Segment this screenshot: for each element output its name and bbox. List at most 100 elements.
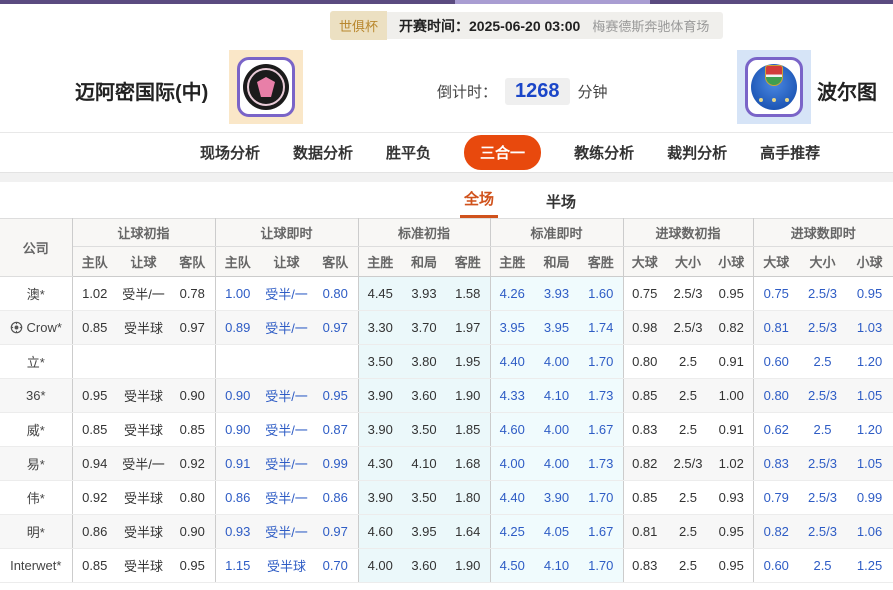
odds-cell: 2.5 [666,481,710,515]
divider-strip [0,172,893,182]
odds-cell: 1.90 [446,549,490,583]
odds-cell: 受半/一 [117,447,170,481]
odds-cell: 1.15 [215,549,260,583]
odds-cell: 0.89 [215,311,260,345]
nav-tab-referee-analysis[interactable]: 裁判分析 [667,142,727,163]
nav-tab-expert-picks[interactable]: 高手推荐 [760,142,820,163]
odds-cell: 0.80 [623,345,666,379]
odds-cell: 0.85 [72,549,117,583]
column-sub-header: 小球 [846,247,893,277]
column-sub-header: 让球 [260,247,313,277]
odds-cell: 4.10 [534,549,579,583]
odds-cell: 0.83 [753,447,799,481]
odds-cell: 4.10 [402,447,446,481]
odds-cell: 0.90 [170,379,215,413]
odds-cell: 0.83 [623,549,666,583]
odds-cell: 0.95 [72,379,117,413]
column-sub-header: 客队 [170,247,215,277]
odds-cell: 1.58 [446,277,490,311]
odds-cell: 1.67 [579,515,623,549]
odds-cell: 1.73 [579,379,623,413]
odds-cell: 1.02 [72,277,117,311]
odds-cell: 受半/一 [260,413,313,447]
league-badge: 世俱杯 [330,11,387,40]
countdown-label: 倒计时： [437,81,497,102]
odds-cell: 0.86 [313,481,358,515]
nav-tab-win-draw-lose[interactable]: 胜平负 [386,142,431,163]
odds-cell: 1.97 [446,311,490,345]
odds-cell: 1.90 [446,379,490,413]
tab-half-match[interactable]: 半场 [542,191,580,218]
column-sub-header: 主胜 [358,247,402,277]
odds-cell: 4.26 [490,277,534,311]
column-sub-header: 让球 [117,247,170,277]
odds-cell: 0.85 [72,413,117,447]
odds-cell: 0.95 [710,277,753,311]
odds-cell: 0.95 [313,379,358,413]
odds-cell: 4.00 [358,549,402,583]
nav-tab-live-analysis[interactable]: 现场分析 [200,142,260,163]
company-cell: Interwet* [0,549,72,583]
odds-cell: 0.91 [710,413,753,447]
tab-full-match[interactable]: 全场 [460,188,498,218]
odds-cell: 0.90 [215,379,260,413]
column-group-header: 进球数即时 [753,219,893,247]
odds-cell: 0.95 [710,515,753,549]
table-row: 威*0.85受半球0.850.90受半/一0.873.903.501.854.6… [0,413,893,447]
odds-cell: 4.60 [358,515,402,549]
odds-cell: 1.25 [846,549,893,583]
odds-cell: 2.5 [666,413,710,447]
table-row: 易*0.94受半/一0.920.91受半/一0.994.304.101.684.… [0,447,893,481]
odds-cell: 0.92 [72,481,117,515]
table-row: 立*3.503.801.954.404.001.700.802.50.910.6… [0,345,893,379]
countdown: 倒计时： 1268 分钟 [437,78,608,105]
odds-cell: 4.40 [490,345,534,379]
odds-cell: 4.45 [358,277,402,311]
odds-cell: 1.95 [446,345,490,379]
odds-cell: 受半球 [117,481,170,515]
odds-cell: 1.70 [579,549,623,583]
odds-cell: 受半/一 [260,277,313,311]
odds-cell: 受半/一 [117,277,170,311]
odds-cell: 1.68 [446,447,490,481]
odds-cell: 0.75 [753,277,799,311]
odds-cell: 3.60 [402,379,446,413]
away-team-name: 波尔图 [817,76,877,105]
table-row: 明*0.86受半球0.900.93受半/一0.974.603.951.644.2… [0,515,893,549]
odds-cell: 0.75 [623,277,666,311]
odds-cell: 0.99 [313,447,358,481]
odds-cell: 1.74 [579,311,623,345]
odds-cell: 4.40 [490,481,534,515]
odds-cell: 2.5/3 [666,277,710,311]
odds-cell [313,345,358,379]
odds-cell: 1.67 [579,413,623,447]
column-sub-header: 大球 [623,247,666,277]
table-row: 伟*0.92受半球0.800.86受半/一0.863.903.501.804.4… [0,481,893,515]
odds-cell: 1.70 [579,481,623,515]
away-logo-frame [745,57,803,117]
odds-cell: 2.5 [666,379,710,413]
column-group-header: 标准初指 [358,219,490,247]
odds-cell: 2.5/3 [799,481,846,515]
company-cell: 明* [0,515,72,549]
nav-tab-data-analysis[interactable]: 数据分析 [293,142,353,163]
table-row: 澳*1.02受半/一0.781.00受半/一0.804.453.931.584.… [0,277,893,311]
odds-cell: 2.5/3 [799,447,846,481]
odds-cell [72,345,117,379]
odds-cell: 0.94 [72,447,117,481]
nav-tab-three-in-one[interactable]: 三合一 [464,135,541,170]
period-subtabs: 全场 半场 [0,182,893,218]
odds-cell: 4.30 [358,447,402,481]
odds-cell: 1.05 [846,447,893,481]
odds-cell: 3.95 [534,311,579,345]
kickoff-time: 2025-06-20 03:00 [469,18,580,34]
odds-cell: 3.60 [402,549,446,583]
odds-cell: 3.80 [402,345,446,379]
odds-cell: 3.50 [358,345,402,379]
odds-cell: 受半球 [117,549,170,583]
odds-cell: 0.82 [753,515,799,549]
odds-cell: 2.5 [666,345,710,379]
nav-tab-coach-analysis[interactable]: 教练分析 [574,142,634,163]
match-header: 世俱杯 开赛时间：2025-06-20 03:00 梅赛德斯奔驰体育场 迈阿密国… [0,4,893,132]
odds-cell: 0.95 [170,549,215,583]
